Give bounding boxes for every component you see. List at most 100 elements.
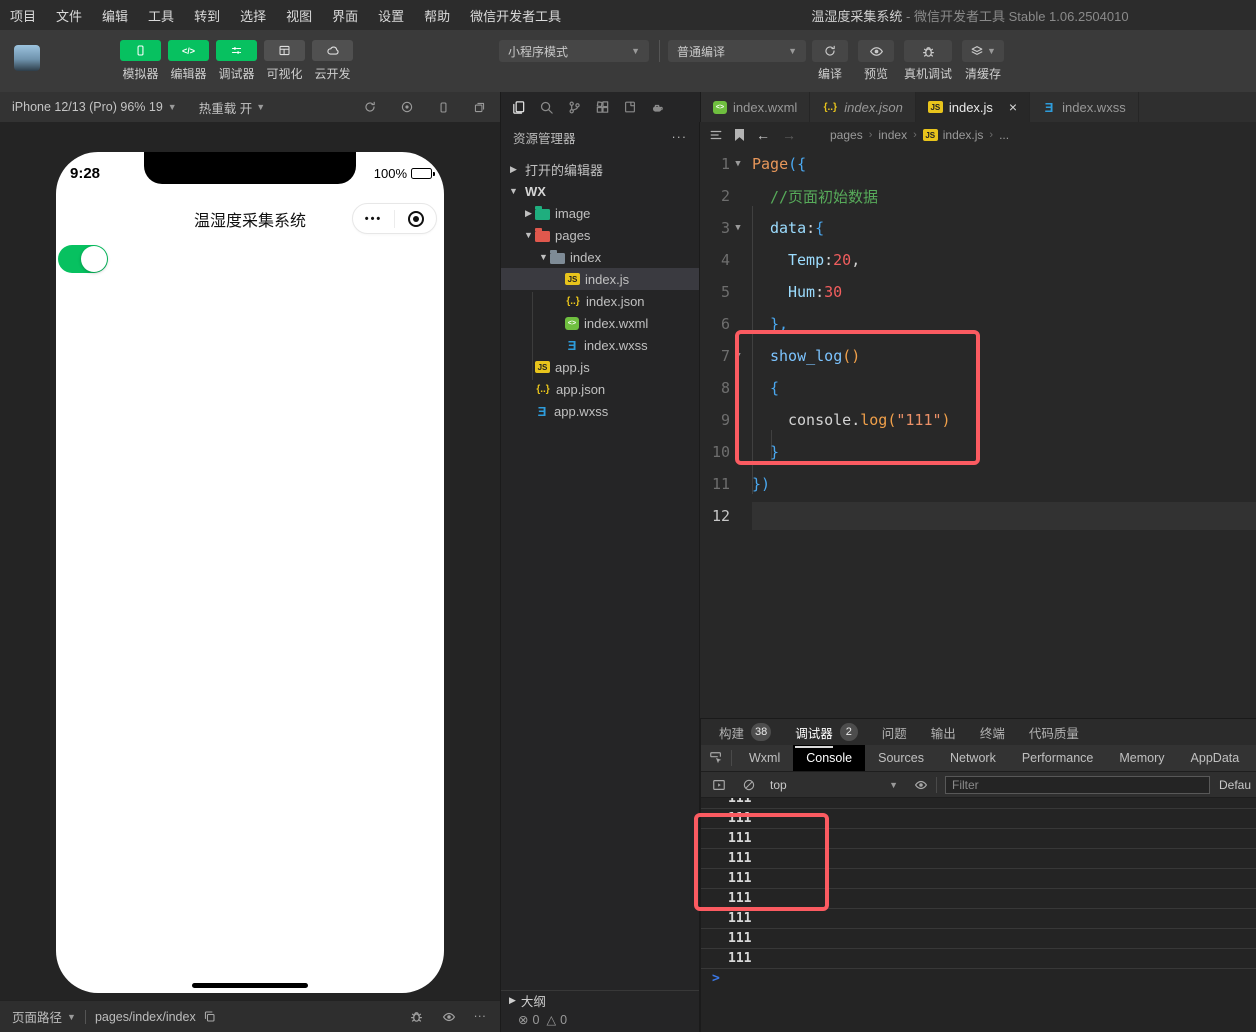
inspect-element-icon[interactable] (709, 751, 723, 765)
menu-item[interactable]: 选择 (230, 0, 276, 30)
multi-window-icon[interactable] (473, 100, 486, 114)
miniapp-toggle-switch[interactable] (58, 245, 108, 273)
rotate-icon[interactable] (363, 100, 377, 114)
tree-item-image[interactable]: ▶ image (501, 202, 699, 224)
action-button-编译[interactable]: 编译 (812, 40, 848, 82)
mode-button-调试器[interactable]: 调试器 (216, 40, 257, 82)
more-dots-icon[interactable]: ••• (353, 213, 394, 225)
menu-item[interactable]: 转到 (184, 0, 230, 30)
menu-item[interactable]: 界面 (322, 0, 368, 30)
exit-target-icon[interactable] (395, 210, 436, 227)
devtools-tab-Stor[interactable]: Stor (1252, 745, 1256, 771)
devtools-tab-Sources[interactable]: Sources (865, 745, 937, 771)
search-icon[interactable] (539, 100, 554, 115)
page-path-select[interactable]: 页面路径 ▼ (12, 1007, 76, 1026)
mode-select[interactable]: 小程序模式 ▼ (499, 40, 649, 62)
tree-item-index.json[interactable]: {..} index.json (501, 290, 699, 312)
tree-item-打开的编辑器[interactable]: ▶ 打开的编辑器 (501, 158, 699, 180)
tree-item-pages[interactable]: ▼ pages (501, 224, 699, 246)
activity-bar (500, 92, 700, 122)
tree-item-index.wxml[interactable]: <> index.wxml (501, 312, 699, 334)
devtools-tab-Console[interactable]: Console (793, 745, 866, 771)
tree-item-app.wxss[interactable]: E app.wxss (501, 400, 699, 422)
menu-item[interactable]: 文件 (46, 0, 92, 30)
panel-tab-构建[interactable]: 构建 38 (719, 723, 772, 742)
tree-item-index[interactable]: ▼ index (501, 246, 699, 268)
console-prompt[interactable]: > (701, 969, 1256, 989)
tab-index.js[interactable]: JS index.js × (915, 92, 1031, 122)
bookmark-icon[interactable] (735, 129, 744, 141)
phone-small-icon[interactable] (437, 100, 450, 114)
hot-reload-toggle[interactable]: 热重载 开 ▼ (199, 98, 265, 117)
teapot-icon[interactable] (650, 100, 665, 115)
menu-item[interactable]: 工具 (138, 0, 184, 30)
console-sidebar-icon[interactable] (712, 778, 726, 792)
file-doc-icon[interactable] (623, 100, 637, 114)
files-icon[interactable] (511, 100, 526, 115)
miniapp-capsule[interactable]: ••• (352, 203, 437, 234)
eye-icon[interactable] (442, 1009, 456, 1024)
more-icon[interactable]: ··· (672, 130, 688, 144)
devtools-tab-Network[interactable]: Network (937, 745, 1009, 771)
tree-item-app.js[interactable]: JS app.js (501, 356, 699, 378)
tab-index.json[interactable]: {..} index.json (810, 92, 916, 122)
panel-tab-代码质量[interactable]: 代码质量 (1029, 723, 1079, 742)
outline-list-icon[interactable] (709, 128, 723, 142)
tab-index.wxss[interactable]: Eindex.wxss (1030, 92, 1139, 122)
eye-icon[interactable] (914, 778, 928, 792)
clear-console-icon[interactable] (742, 778, 756, 792)
fold-chevron-icon[interactable]: ▼ (730, 351, 746, 361)
record-icon[interactable] (400, 100, 414, 114)
panel-tab-输出[interactable]: 输出 (931, 723, 956, 742)
mode-button-编辑器[interactable]: </> 编辑器 (168, 40, 209, 82)
nav-forward-icon[interactable]: → (782, 127, 796, 143)
action-button-真机调试[interactable]: 真机调试 (904, 40, 953, 82)
panel-tab-问题[interactable]: 问题 (882, 723, 907, 742)
compile-select[interactable]: 普通编译 ▼ (668, 40, 806, 62)
avatar[interactable] (14, 45, 40, 71)
bug-icon[interactable] (409, 1009, 424, 1024)
breadcrumb-item[interactable]: ... (999, 128, 1009, 142)
mode-button-模拟器[interactable]: 模拟器 (120, 40, 161, 82)
log-levels-select[interactable]: Defau (1219, 778, 1251, 792)
code-editor[interactable]: 1 ▼ Page({ 2 //页面初始数据 3 ▼ data:{ 4 Temp:… (700, 148, 1256, 532)
menu-item[interactable]: 视图 (276, 0, 322, 30)
more-icon[interactable]: ··· (474, 1009, 487, 1024)
action-button-清缓存[interactable]: ▼ 清缓存 (962, 40, 1004, 82)
tree-item-app.json[interactable]: {..} app.json (501, 378, 699, 400)
source-control-icon[interactable] (567, 100, 582, 115)
menu-item[interactable]: 微信开发者工具 (460, 0, 571, 30)
fold-chevron-icon[interactable]: ▼ (730, 159, 746, 169)
console-filter-input[interactable] (945, 775, 1210, 794)
extensions-icon[interactable] (595, 100, 610, 115)
close-icon[interactable]: × (1009, 99, 1017, 115)
tree-item-index.js[interactable]: JS index.js (501, 268, 699, 290)
mode-button-云开发[interactable]: 云开发 (312, 40, 353, 82)
breadcrumb-item[interactable]: JS index.js (922, 128, 983, 142)
devtools-tab-Wxml[interactable]: Wxml (736, 745, 793, 771)
device-select[interactable]: iPhone 12/13 (Pro) 96% 19 ▼ (12, 100, 177, 114)
panel-tab-调试器[interactable]: 调试器 2 (795, 723, 858, 748)
devtools-tab-Memory[interactable]: Memory (1106, 745, 1177, 771)
problems-status[interactable]: ⊗ 0 △ 0 (501, 1012, 699, 1028)
battery-icon (411, 168, 432, 179)
mode-button-可视化[interactable]: 可视化 (264, 40, 305, 82)
action-button-预览[interactable]: 预览 (858, 40, 894, 82)
outline-section[interactable]: ▶ 大纲 (501, 990, 699, 1010)
menu-item[interactable]: 编辑 (92, 0, 138, 30)
menu-item[interactable]: 项目 (0, 0, 46, 30)
menu-item[interactable]: 设置 (368, 0, 414, 30)
nav-back-icon[interactable]: ← (756, 127, 770, 143)
breadcrumb-item[interactable]: pages (830, 128, 863, 142)
console-context-select[interactable]: top ▼ (770, 778, 898, 792)
copy-icon[interactable] (203, 1010, 216, 1023)
menu-item[interactable]: 帮助 (414, 0, 460, 30)
devtools-tab-AppData[interactable]: AppData (1178, 745, 1253, 771)
devtools-tab-Performance[interactable]: Performance (1009, 745, 1107, 771)
panel-tab-终端[interactable]: 终端 (980, 723, 1005, 742)
fold-chevron-icon[interactable]: ▼ (730, 223, 746, 233)
breadcrumb-item[interactable]: index (878, 128, 907, 142)
tree-item-index.wxss[interactable]: E index.wxss (501, 334, 699, 356)
tab-index.wxml[interactable]: <> index.wxml (701, 92, 811, 122)
tree-item-WX[interactable]: ▼ WX (501, 180, 699, 202)
